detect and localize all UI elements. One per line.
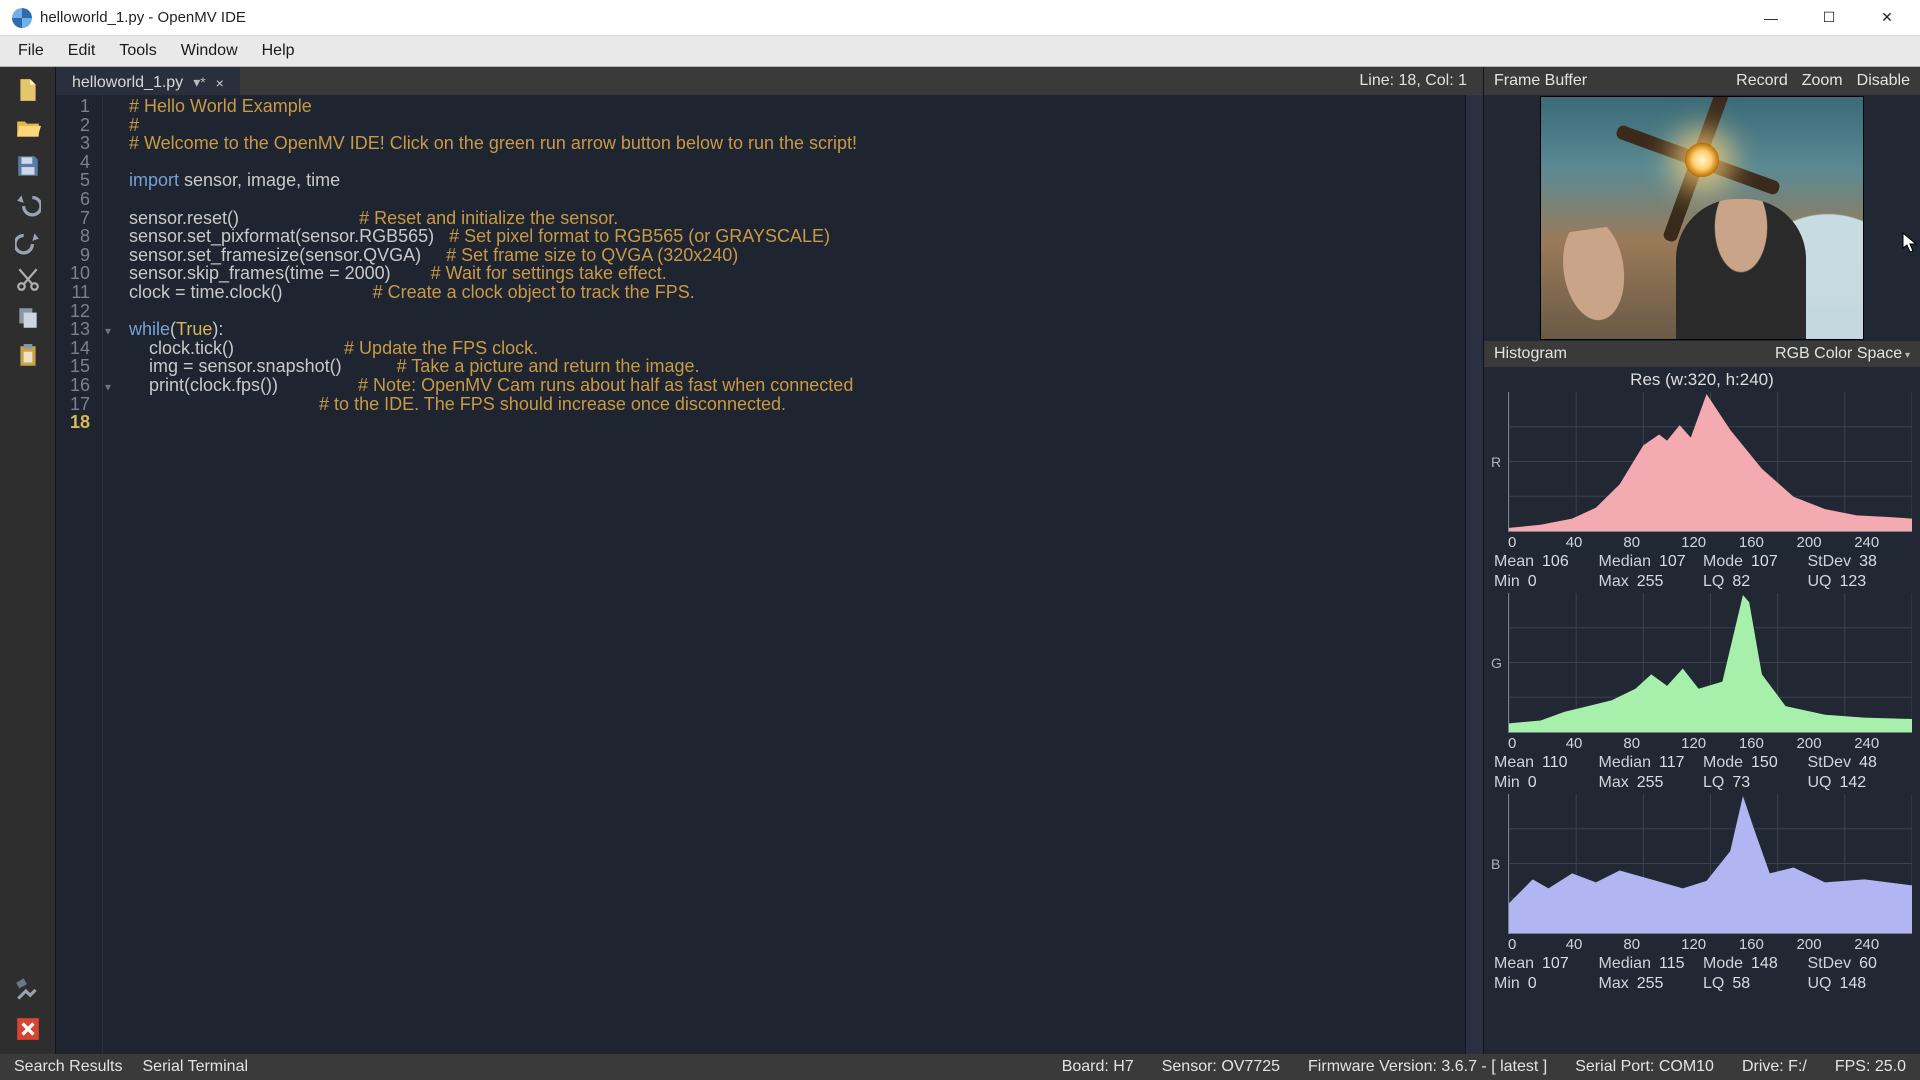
menu-tools[interactable]: Tools xyxy=(107,38,168,64)
editor-tab[interactable]: helloworld_1.py ▾* × xyxy=(56,67,240,95)
editor-tab-label: helloworld_1.py xyxy=(72,74,183,92)
serial-terminal-tab[interactable]: Serial Terminal xyxy=(143,1058,249,1076)
histogram-chart-r: R xyxy=(1508,392,1912,532)
undo-button[interactable] xyxy=(7,187,49,221)
connect-button[interactable] xyxy=(7,974,49,1008)
menu-help[interactable]: Help xyxy=(250,38,307,64)
window-titlebar: helloworld_1.py - OpenMV IDE — ☐ ✕ xyxy=(0,0,1920,36)
redo-button[interactable] xyxy=(7,225,49,259)
histogram-r: R04080120160200240Mean106Median107Mode10… xyxy=(1484,392,1920,593)
tab-close-icon[interactable]: × xyxy=(216,75,224,91)
line-gutter: 123456789101112131415161718 xyxy=(56,95,103,1054)
code-editor[interactable]: 123456789101112131415161718 ▾ ▾ # Hello … xyxy=(56,95,1483,1054)
histogram-title: Histogram xyxy=(1494,345,1567,363)
app-icon xyxy=(12,8,32,28)
copy-button[interactable] xyxy=(7,301,49,335)
left-toolbar xyxy=(0,67,56,1054)
menu-bar: File Edit Tools Window Help xyxy=(0,36,1920,67)
disable-button[interactable]: Disable xyxy=(1857,72,1910,90)
menu-window[interactable]: Window xyxy=(169,38,250,64)
window-maximize-button[interactable]: ☐ xyxy=(1800,0,1858,36)
status-sensor: Sensor: OV7725 xyxy=(1162,1058,1280,1076)
paste-button[interactable] xyxy=(7,339,49,373)
status-fps: FPS: 25.0 xyxy=(1835,1058,1906,1076)
histogram-chart-g: G xyxy=(1508,593,1912,733)
cut-button[interactable] xyxy=(7,263,49,297)
camera-frame xyxy=(1540,96,1864,340)
open-file-button[interactable] xyxy=(7,111,49,145)
code-body[interactable]: # Hello World Example # # Welcome to the… xyxy=(123,95,1465,1054)
frame-buffer-title: Frame Buffer xyxy=(1494,72,1587,90)
status-firmware: Firmware Version: 3.6.7 - [ latest ] xyxy=(1308,1058,1547,1076)
histogram-header: Histogram RGB Color Space xyxy=(1484,341,1920,367)
save-file-button[interactable] xyxy=(7,149,49,183)
histogram-b: B04080120160200240Mean107Median115Mode14… xyxy=(1484,794,1920,995)
tab-unsaved-icon: ▾* xyxy=(193,74,205,91)
histogram-chart-b: B xyxy=(1508,794,1912,934)
editor-scrollbar[interactable] xyxy=(1465,95,1483,1054)
stop-button[interactable] xyxy=(7,1012,49,1046)
status-board: Board: H7 xyxy=(1062,1058,1134,1076)
editor-tabbar: helloworld_1.py ▾* × Line: 18, Col: 1 xyxy=(56,67,1483,95)
histogram-g: G04080120160200240Mean110Median117Mode15… xyxy=(1484,593,1920,794)
frame-buffer-view[interactable] xyxy=(1484,95,1920,341)
fold-column: ▾ ▾ xyxy=(103,95,123,1054)
status-bar: Search Results Serial Terminal Board: H7… xyxy=(0,1054,1920,1080)
status-serial: Serial Port: COM10 xyxy=(1575,1058,1714,1076)
search-results-tab[interactable]: Search Results xyxy=(14,1058,123,1076)
window-minimize-button[interactable]: — xyxy=(1742,0,1800,36)
new-file-button[interactable] xyxy=(7,73,49,107)
zoom-button[interactable]: Zoom xyxy=(1802,72,1843,90)
record-button[interactable]: Record xyxy=(1736,72,1788,90)
histogram-area: R04080120160200240Mean106Median107Mode10… xyxy=(1484,392,1920,1054)
resolution-label: Res (w:320, h:240) xyxy=(1484,367,1920,392)
window-title: helloworld_1.py - OpenMV IDE xyxy=(40,9,246,26)
status-drive: Drive: F:/ xyxy=(1742,1058,1807,1076)
menu-edit[interactable]: Edit xyxy=(56,38,108,64)
window-close-button[interactable]: ✕ xyxy=(1858,0,1916,36)
frame-buffer-header: Frame Buffer Record Zoom Disable xyxy=(1484,67,1920,95)
menu-file[interactable]: File xyxy=(6,38,56,64)
cursor-position: Line: 18, Col: 1 xyxy=(1343,67,1483,95)
color-space-dropdown[interactable]: RGB Color Space xyxy=(1775,345,1910,363)
